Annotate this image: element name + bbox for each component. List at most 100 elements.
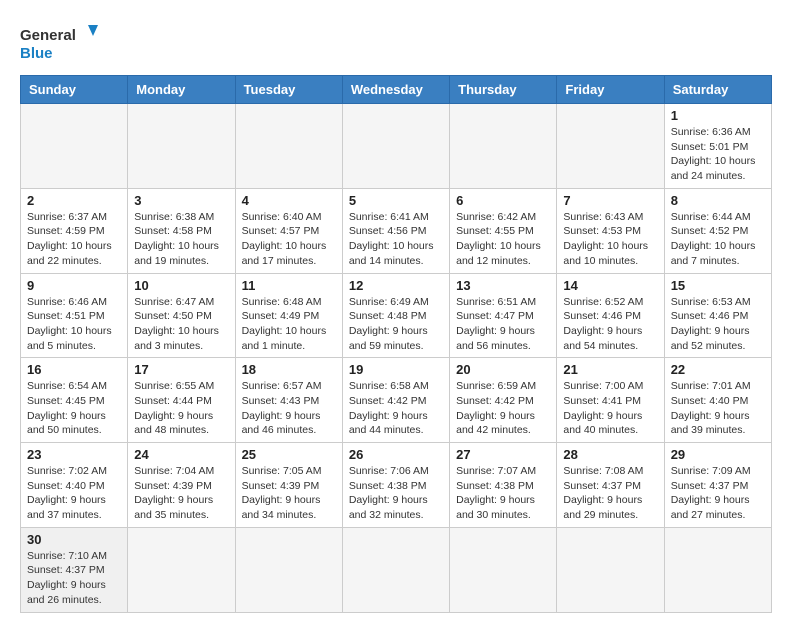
- calendar-header-wednesday: Wednesday: [342, 76, 449, 104]
- calendar-header-tuesday: Tuesday: [235, 76, 342, 104]
- calendar-cell: 24 Sunrise: 7:04 AM Sunset: 4:39 PM Dayli…: [128, 443, 235, 528]
- calendar-cell: 21Sunrise: 7:00 AM Sunset: 4:41 PM Dayli…: [557, 358, 664, 443]
- day-info: Sunrise: 6:54 AM Sunset: 4:45 PM Dayligh…: [27, 379, 121, 438]
- calendar-cell: 12Sunrise: 6:49 AM Sunset: 4:48 PM Dayli…: [342, 273, 449, 358]
- svg-text:Blue: Blue: [20, 45, 53, 62]
- calendar-cell: 4Sunrise: 6:40 AM Sunset: 4:57 PM Daylig…: [235, 188, 342, 273]
- day-number: 11: [242, 278, 336, 293]
- day-number: 15: [671, 278, 765, 293]
- day-info: Sunrise: 6:51 AM Sunset: 4:47 PM Dayligh…: [456, 295, 550, 354]
- day-info: Sunrise: 6:53 AM Sunset: 4:46 PM Dayligh…: [671, 295, 765, 354]
- calendar-cell: 7Sunrise: 6:43 AM Sunset: 4:53 PM Daylig…: [557, 188, 664, 273]
- calendar-cell: 11 Sunrise: 6:48 AM Sunset: 4:49 PM Dayli…: [235, 273, 342, 358]
- day-info: Sunrise: 6:44 AM Sunset: 4:52 PM Dayligh…: [671, 210, 765, 269]
- logo-svg: General Blue: [20, 20, 100, 65]
- day-info: Sunrise: 7:04 AM Sunset: 4:39 PM Dayligh…: [134, 464, 228, 523]
- calendar-cell: 19 Sunrise: 6:58 AM Sunset: 4:42 PM Dayli…: [342, 358, 449, 443]
- day-number: 6: [456, 193, 550, 208]
- calendar-cell: [664, 527, 771, 612]
- day-number: 16: [27, 362, 121, 377]
- day-info: Sunrise: 6:52 AM Sunset: 4:46 PM Dayligh…: [563, 295, 657, 354]
- calendar-cell: [342, 104, 449, 189]
- calendar-header-thursday: Thursday: [450, 76, 557, 104]
- calendar-cell: [235, 527, 342, 612]
- page-header: General Blue: [20, 20, 772, 65]
- calendar-cell: 25Sunrise: 7:05 AM Sunset: 4:39 PM Dayli…: [235, 443, 342, 528]
- day-info: Sunrise: 6:59 AM Sunset: 4:42 PM Dayligh…: [456, 379, 550, 438]
- calendar-cell: 13Sunrise: 6:51 AM Sunset: 4:47 PM Dayli…: [450, 273, 557, 358]
- calendar-header-sunday: Sunday: [21, 76, 128, 104]
- calendar-week-row: 9Sunrise: 6:46 AM Sunset: 4:51 PM Daylig…: [21, 273, 772, 358]
- calendar-week-row: 16 Sunrise: 6:54 AM Sunset: 4:45 PM Dayli…: [21, 358, 772, 443]
- day-number: 3: [134, 193, 228, 208]
- day-number: 20: [456, 362, 550, 377]
- calendar-cell: [128, 104, 235, 189]
- day-info: Sunrise: 7:05 AM Sunset: 4:39 PM Dayligh…: [242, 464, 336, 523]
- calendar-header-row: SundayMondayTuesdayWednesdayThursdayFrid…: [21, 76, 772, 104]
- calendar-cell: [342, 527, 449, 612]
- day-info: Sunrise: 7:07 AM Sunset: 4:38 PM Dayligh…: [456, 464, 550, 523]
- day-info: Sunrise: 6:55 AM Sunset: 4:44 PM Dayligh…: [134, 379, 228, 438]
- day-info: Sunrise: 6:42 AM Sunset: 4:55 PM Dayligh…: [456, 210, 550, 269]
- calendar-header-monday: Monday: [128, 76, 235, 104]
- svg-text:General: General: [20, 27, 76, 44]
- calendar-cell: 5Sunrise: 6:41 AM Sunset: 4:56 PM Daylig…: [342, 188, 449, 273]
- day-info: Sunrise: 6:57 AM Sunset: 4:43 PM Dayligh…: [242, 379, 336, 438]
- calendar-cell: [557, 527, 664, 612]
- day-info: Sunrise: 7:08 AM Sunset: 4:37 PM Dayligh…: [563, 464, 657, 523]
- calendar-week-row: 2 Sunrise: 6:37 AM Sunset: 4:59 PM Daylig…: [21, 188, 772, 273]
- calendar-cell: 29 Sunrise: 7:09 AM Sunset: 4:37 PM Dayli…: [664, 443, 771, 528]
- day-info: Sunrise: 6:48 AM Sunset: 4:49 PM Dayligh…: [242, 295, 336, 354]
- calendar-cell: 18Sunrise: 6:57 AM Sunset: 4:43 PM Dayli…: [235, 358, 342, 443]
- day-number: 4: [242, 193, 336, 208]
- day-number: 30: [27, 532, 121, 547]
- calendar-cell: [557, 104, 664, 189]
- day-info: Sunrise: 7:02 AM Sunset: 4:40 PM Dayligh…: [27, 464, 121, 523]
- day-info: Sunrise: 6:36 AM Sunset: 5:01 PM Dayligh…: [671, 125, 765, 184]
- calendar-cell: [128, 527, 235, 612]
- calendar-cell: 22Sunrise: 7:01 AM Sunset: 4:40 PM Dayli…: [664, 358, 771, 443]
- calendar-cell: 23 Sunrise: 7:02 AM Sunset: 4:40 PM Dayli…: [21, 443, 128, 528]
- calendar-cell: 9Sunrise: 6:46 AM Sunset: 4:51 PM Daylig…: [21, 273, 128, 358]
- calendar-cell: 28 Sunrise: 7:08 AM Sunset: 4:37 PM Dayli…: [557, 443, 664, 528]
- day-info: Sunrise: 6:41 AM Sunset: 4:56 PM Dayligh…: [349, 210, 443, 269]
- calendar-cell: 26 Sunrise: 7:06 AM Sunset: 4:38 PM Dayli…: [342, 443, 449, 528]
- calendar-week-row: 30 Sunrise: 7:10 AM Sunset: 4:37 PM Dayli…: [21, 527, 772, 612]
- day-info: Sunrise: 6:49 AM Sunset: 4:48 PM Dayligh…: [349, 295, 443, 354]
- day-number: 23: [27, 447, 121, 462]
- day-info: Sunrise: 7:10 AM Sunset: 4:37 PM Dayligh…: [27, 549, 121, 608]
- day-number: 29: [671, 447, 765, 462]
- day-info: Sunrise: 7:06 AM Sunset: 4:38 PM Dayligh…: [349, 464, 443, 523]
- calendar-cell: 14Sunrise: 6:52 AM Sunset: 4:46 PM Dayli…: [557, 273, 664, 358]
- day-number: 24: [134, 447, 228, 462]
- day-info: Sunrise: 6:38 AM Sunset: 4:58 PM Dayligh…: [134, 210, 228, 269]
- day-number: 7: [563, 193, 657, 208]
- calendar-cell: 20 Sunrise: 6:59 AM Sunset: 4:42 PM Dayli…: [450, 358, 557, 443]
- day-info: Sunrise: 6:47 AM Sunset: 4:50 PM Dayligh…: [134, 295, 228, 354]
- day-info: Sunrise: 7:09 AM Sunset: 4:37 PM Dayligh…: [671, 464, 765, 523]
- calendar-header-saturday: Saturday: [664, 76, 771, 104]
- calendar-cell: 17 Sunrise: 6:55 AM Sunset: 4:44 PM Dayli…: [128, 358, 235, 443]
- calendar-cell: 30 Sunrise: 7:10 AM Sunset: 4:37 PM Dayli…: [21, 527, 128, 612]
- calendar-cell: 1 Sunrise: 6:36 AM Sunset: 5:01 PM Daylig…: [664, 104, 771, 189]
- calendar-week-row: 23 Sunrise: 7:02 AM Sunset: 4:40 PM Dayli…: [21, 443, 772, 528]
- calendar-cell: [235, 104, 342, 189]
- day-number: 19: [349, 362, 443, 377]
- day-number: 2: [27, 193, 121, 208]
- calendar-table: SundayMondayTuesdayWednesdayThursdayFrid…: [20, 75, 772, 613]
- day-number: 26: [349, 447, 443, 462]
- calendar-cell: [450, 104, 557, 189]
- day-number: 10: [134, 278, 228, 293]
- day-number: 21: [563, 362, 657, 377]
- calendar-cell: [450, 527, 557, 612]
- calendar-cell: 8Sunrise: 6:44 AM Sunset: 4:52 PM Daylig…: [664, 188, 771, 273]
- day-info: Sunrise: 6:37 AM Sunset: 4:59 PM Dayligh…: [27, 210, 121, 269]
- day-number: 17: [134, 362, 228, 377]
- day-info: Sunrise: 6:46 AM Sunset: 4:51 PM Dayligh…: [27, 295, 121, 354]
- day-info: Sunrise: 6:58 AM Sunset: 4:42 PM Dayligh…: [349, 379, 443, 438]
- calendar-cell: 10 Sunrise: 6:47 AM Sunset: 4:50 PM Dayli…: [128, 273, 235, 358]
- calendar-cell: 27Sunrise: 7:07 AM Sunset: 4:38 PM Dayli…: [450, 443, 557, 528]
- day-number: 1: [671, 108, 765, 123]
- day-number: 28: [563, 447, 657, 462]
- calendar-cell: 2 Sunrise: 6:37 AM Sunset: 4:59 PM Daylig…: [21, 188, 128, 273]
